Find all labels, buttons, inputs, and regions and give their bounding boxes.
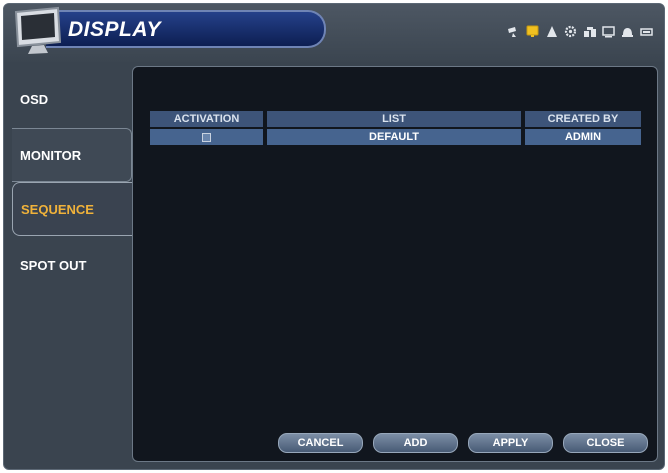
sidebar-item-sequence[interactable]: SEQUENCE <box>12 182 142 236</box>
column-header-list[interactable]: LIST <box>267 111 521 127</box>
cancel-button[interactable]: CANCEL <box>278 433 363 453</box>
network-icon[interactable] <box>582 24 597 39</box>
display-window: DISPLAY OSD MONITOR SEQUENCE SPOT OUT AC… <box>3 3 665 470</box>
sidebar-item-osd[interactable]: OSD <box>12 72 132 126</box>
title-bar: DISPLAY <box>46 10 326 48</box>
page-title: DISPLAY <box>68 18 161 41</box>
user-icon[interactable] <box>620 24 635 39</box>
record-icon[interactable] <box>639 24 654 39</box>
close-button[interactable]: CLOSE <box>563 433 648 453</box>
apply-button[interactable]: APPLY <box>468 433 553 453</box>
sidebar-item-label: SPOT OUT <box>20 257 87 273</box>
sidebar-item-label: MONITOR <box>20 147 82 163</box>
content-panel: ACTIVATION LIST CREATED BY DEFAULT ADMIN… <box>132 66 658 462</box>
sidebar-item-label: OSD <box>20 91 49 107</box>
sidebar: OSD MONITOR SEQUENCE SPOT OUT <box>4 62 142 469</box>
sidebar-item-label: SEQUENCE <box>21 201 94 217</box>
column-header-created-by[interactable]: CREATED BY <box>525 111 641 127</box>
display-icon[interactable] <box>525 24 540 39</box>
table-header: ACTIVATION LIST CREATED BY <box>150 111 641 127</box>
header-bar: DISPLAY <box>4 4 664 62</box>
created-by-cell: ADMIN <box>525 129 641 145</box>
column-header-activation[interactable]: ACTIVATION <box>150 111 263 127</box>
camera-icon[interactable] <box>506 24 521 39</box>
activation-cell <box>150 129 263 145</box>
list-cell: DEFAULT <box>267 129 521 145</box>
add-button[interactable]: ADD <box>373 433 458 453</box>
monitor-icon <box>14 6 62 54</box>
table-row[interactable]: DEFAULT ADMIN <box>150 129 641 145</box>
activation-checkbox[interactable] <box>202 132 211 142</box>
alarm-icon[interactable] <box>544 24 559 39</box>
button-bar: CANCEL ADD APPLY CLOSE <box>278 433 648 453</box>
storage-icon[interactable] <box>601 24 616 39</box>
sidebar-item-spot-out[interactable]: SPOT OUT <box>12 238 132 292</box>
sequence-table: ACTIVATION LIST CREATED BY DEFAULT ADMIN <box>150 111 641 145</box>
gear-icon[interactable] <box>563 24 578 39</box>
sidebar-item-monitor[interactable]: MONITOR <box>12 128 132 182</box>
top-icon-bar <box>506 24 654 39</box>
